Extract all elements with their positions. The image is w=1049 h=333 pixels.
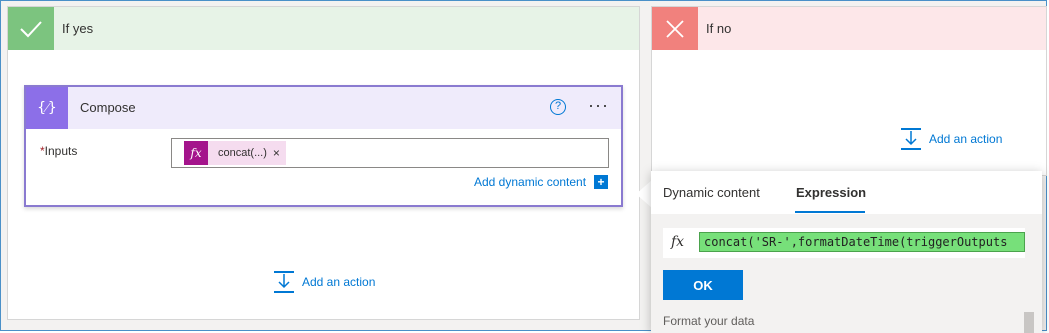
expression-input[interactable]: concat('SR-',formatDateTime(triggerOutpu… [699,232,1025,252]
remove-token-icon[interactable]: × [273,141,286,165]
expression-row: fx concat('SR-',formatDateTime(triggerOu… [663,228,1025,258]
compose-title: Compose [80,100,136,115]
format-your-data-label: Format your data [663,314,755,328]
add-action-icon [274,271,294,293]
help-icon[interactable]: ? [550,99,566,115]
expression-token[interactable]: fx concat(...) × [184,141,286,165]
if-no-branch: If no Add an action [651,6,1047,176]
fx-icon: fx [184,141,208,165]
compose-braces-icon: {⁄} [26,87,68,129]
add-dynamic-content-icon[interactable]: + [594,175,608,189]
compose-header[interactable]: {⁄} Compose ? ··· [26,87,621,129]
popover-arrow [636,180,652,208]
compose-action-card[interactable]: {⁄} Compose ? ··· *Inputs fx concat(...)… [24,85,623,207]
active-tab-indicator [795,211,865,213]
scrollbar-thumb[interactable] [1024,312,1034,333]
inputs-field[interactable]: fx concat(...) × [171,138,609,168]
inputs-label-text: Inputs [44,144,78,158]
yes-add-action-label: Add an action [302,275,376,289]
token-label: concat(...) [218,147,267,159]
add-dynamic-content-link[interactable]: Add dynamic content [474,175,586,189]
no-add-action-button[interactable]: Add an action [901,128,1002,150]
more-options-icon[interactable]: ··· [588,95,612,115]
ok-button[interactable]: OK [663,270,743,300]
inputs-label: *Inputs [40,144,77,158]
fx-icon: fx [671,234,685,250]
if-yes-title: If yes [62,21,94,36]
x-icon [652,7,698,50]
checkmark-icon [8,7,54,50]
if-no-header[interactable]: If no [652,7,1046,50]
add-action-icon [901,128,921,150]
dynamic-content-popover: Dynamic content Expression fx concat('SR… [651,171,1042,333]
tab-expression[interactable]: Expression [796,185,866,200]
no-add-action-label: Add an action [929,132,1003,146]
if-no-title: If no [706,21,732,36]
if-yes-header[interactable]: If yes [8,7,639,50]
yes-add-action-button[interactable]: Add an action [274,271,375,293]
tab-dynamic-content[interactable]: Dynamic content [663,185,760,200]
expression-panel: fx concat('SR-',formatDateTime(triggerOu… [651,214,1042,333]
